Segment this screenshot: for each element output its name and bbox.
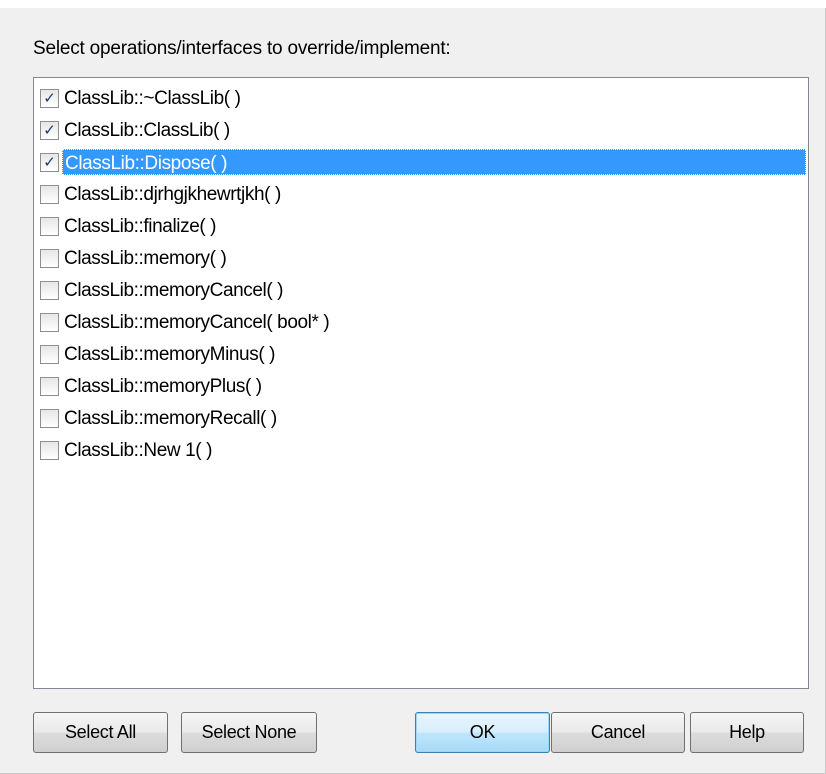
dialog-top-edge: [0, 0, 826, 8]
list-item[interactable]: ✓ ClassLib::Dispose( ): [34, 146, 808, 178]
checkbox-unchecked[interactable]: [40, 312, 59, 332]
list-item-label: ClassLib::memory( ): [64, 248, 227, 269]
prompt-label: Select operations/interfaces to override…: [33, 38, 451, 59]
checkbox-unchecked[interactable]: [40, 184, 59, 204]
checkbox-unchecked[interactable]: [40, 408, 59, 428]
list-item-label: ClassLib::djrhgjkhewrtjkh( ): [64, 184, 281, 205]
list-item[interactable]: ClassLib::memoryCancel( ): [34, 274, 808, 306]
list-item[interactable]: ClassLib::memoryRecall( ): [34, 402, 808, 434]
list-item[interactable]: ClassLib::djrhgjkhewrtjkh( ): [34, 178, 808, 210]
select-none-button[interactable]: Select None: [181, 712, 317, 753]
checkbox-unchecked[interactable]: [40, 248, 59, 268]
checkmark-icon: ✓: [43, 153, 56, 171]
checkmark-icon: ✓: [43, 89, 56, 107]
checkmark-icon: ✓: [43, 121, 56, 139]
checkbox-checked[interactable]: ✓: [40, 120, 59, 140]
checkbox-checked[interactable]: ✓: [40, 88, 59, 108]
list-item-label: ClassLib::memoryMinus( ): [64, 344, 276, 365]
list-item[interactable]: ClassLib::finalize( ): [34, 210, 808, 242]
checkbox-unchecked[interactable]: [40, 344, 59, 364]
list-item-label: ClassLib::memoryPlus( ): [64, 376, 262, 397]
list-item[interactable]: ClassLib::memoryPlus( ): [34, 370, 808, 402]
checkbox-unchecked[interactable]: [40, 280, 59, 300]
list-item-label: ClassLib::memoryCancel( ): [64, 280, 284, 301]
list-item-label: ClassLib::Dispose( ): [62, 149, 806, 175]
list-item[interactable]: ClassLib::memoryMinus( ): [34, 338, 808, 370]
list-item-label: ClassLib::~ClassLib( ): [64, 88, 241, 109]
list-item-label: ClassLib::memoryRecall( ): [64, 408, 277, 429]
list-item-label: ClassLib::memoryCancel( bool* ): [64, 312, 330, 333]
list-item[interactable]: ClassLib::memoryCancel( bool* ): [34, 306, 808, 338]
list-item[interactable]: ✓ ClassLib::ClassLib( ): [34, 114, 808, 146]
cancel-button[interactable]: Cancel: [551, 712, 685, 753]
checkbox-checked[interactable]: ✓: [40, 152, 59, 172]
operations-listbox[interactable]: ✓ ClassLib::~ClassLib( ) ✓ ClassLib::ClassL…: [33, 77, 809, 689]
list-item-label: ClassLib::ClassLib( ): [64, 120, 230, 141]
checkbox-unchecked[interactable]: [40, 440, 59, 460]
ok-button[interactable]: OK: [415, 712, 550, 753]
list-item[interactable]: ✓ ClassLib::~ClassLib( ): [34, 82, 808, 114]
list-item[interactable]: ClassLib::New 1( ): [34, 434, 808, 466]
checkbox-unchecked[interactable]: [40, 376, 59, 396]
help-button[interactable]: Help: [690, 712, 804, 753]
override-operations-dialog: Select operations/interfaces to override…: [0, 0, 826, 774]
list-item-label: ClassLib::finalize( ): [64, 216, 217, 237]
select-all-button[interactable]: Select All: [33, 712, 168, 753]
list-item[interactable]: ClassLib::memory( ): [34, 242, 808, 274]
checkbox-unchecked[interactable]: [40, 216, 59, 236]
list-item-label: ClassLib::New 1( ): [64, 440, 213, 461]
